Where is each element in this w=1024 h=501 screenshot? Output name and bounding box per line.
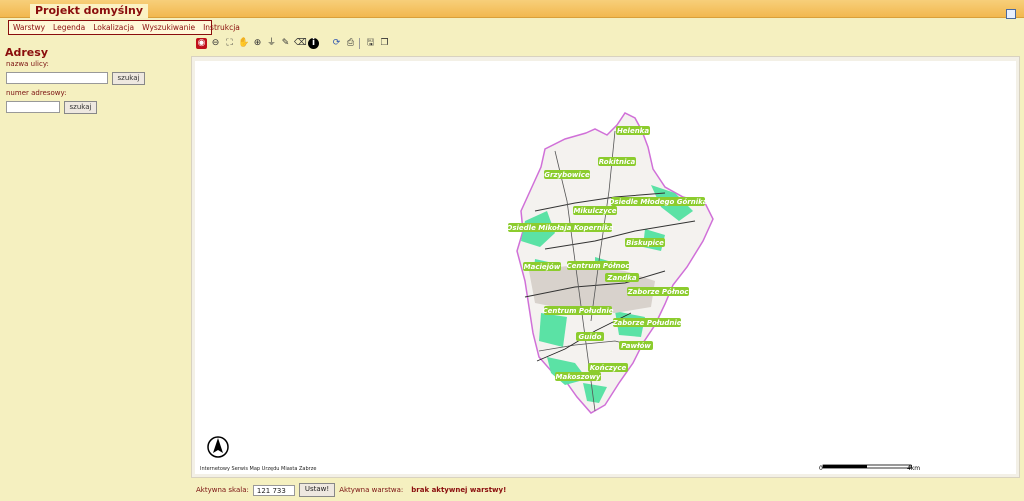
svg-text:0: 0: [819, 465, 823, 472]
district-label-pawlow[interactable]: Pawłów: [619, 341, 653, 350]
svg-text:Guido: Guido: [579, 333, 602, 341]
print-icon[interactable]: ⎙: [345, 38, 356, 49]
svg-text:Maciejów: Maciejów: [524, 263, 561, 271]
district-label-zandka[interactable]: Zandka: [605, 273, 639, 282]
number-search-button[interactable]: szukaj: [64, 101, 97, 114]
district-label-rokitnica[interactable]: Rokitnica: [598, 157, 636, 166]
info-icon[interactable]: i: [308, 38, 319, 49]
svg-text:Centrum Południe: Centrum Południe: [542, 307, 613, 315]
svg-text:Zaborze Północ: Zaborze Północ: [627, 288, 690, 296]
main-menu: Warstwy Legenda Lokalizacja Wyszukiwanie…: [8, 20, 240, 35]
clear-icon[interactable]: ⌫: [294, 38, 307, 49]
toolbar-separator: [322, 38, 328, 49]
district-label-biskupice[interactable]: Biskupice: [625, 238, 665, 247]
active-scale-label: Aktywna skala:: [196, 486, 249, 494]
district-label-centrum-poludnie[interactable]: Centrum Południe: [542, 306, 614, 315]
svg-text:Zandka: Zandka: [606, 274, 636, 282]
svg-text:Pawłów: Pawłów: [621, 342, 651, 350]
district-label-zaborze-poludnie[interactable]: Zaborze Południe: [611, 318, 682, 327]
svg-text:Mikulczyce: Mikulczyce: [573, 207, 616, 215]
svg-text:Kończyce: Kończyce: [590, 364, 627, 372]
refresh-icon[interactable]: ⟳: [331, 38, 342, 49]
menu-item-location[interactable]: Lokalizacja: [89, 21, 138, 34]
district-label-makoszowy[interactable]: Makoszowy: [555, 372, 601, 381]
city-map[interactable]: Helenka Rokitnica Grzybowice Osiedle Mło…: [195, 61, 1016, 474]
svg-text:Rokitnica: Rokitnica: [599, 158, 636, 166]
set-scale-button[interactable]: Ustaw!: [298, 483, 336, 497]
menu-item-legend[interactable]: Legenda: [49, 21, 89, 34]
street-name-input[interactable]: [6, 72, 108, 84]
menu-item-instructions[interactable]: Instrukcja: [199, 21, 244, 34]
svg-text:Osiedle Młodego Górnika: Osiedle Młodego Górnika: [608, 198, 707, 206]
district-label-helenka[interactable]: Helenka: [616, 126, 650, 135]
title-bar: Projekt domyślny: [0, 0, 1024, 19]
map-canvas[interactable]: Helenka Rokitnica Grzybowice Osiedle Mło…: [195, 61, 1016, 474]
active-layer-label: Aktywna warstwa:: [339, 486, 404, 494]
district-label-guido[interactable]: Guido: [576, 332, 604, 341]
district-label-osiedle-mikolaja-kopernika[interactable]: Osiedle Mikołaja Kopernika: [506, 223, 614, 232]
svg-text:Grzybowice: Grzybowice: [544, 171, 590, 179]
map-copyright: Internetowy Serwis Map Urzędu Miasta Zab…: [200, 466, 317, 472]
district-label-centrum-polnoc[interactable]: Centrum Północ: [567, 261, 631, 270]
full-extent-icon[interactable]: ⛶: [224, 38, 235, 49]
north-arrow-icon: [207, 436, 229, 458]
green-area: [539, 313, 567, 347]
active-scale-input[interactable]: 121 733: [252, 484, 295, 496]
district-label-grzybowice[interactable]: Grzybowice: [544, 170, 590, 179]
export-icon[interactable]: 🖫: [365, 38, 376, 49]
project-title: Projekt domyślny: [30, 4, 149, 18]
select-icon[interactable]: ✎: [280, 38, 291, 49]
svg-text:Osiedle Mikołaja Kopernika: Osiedle Mikołaja Kopernika: [506, 224, 613, 232]
street-search-button[interactable]: szukaj: [112, 72, 145, 85]
scale-bar: 0 4km: [819, 464, 920, 472]
layer-icon[interactable]: ❐: [379, 38, 390, 49]
district-label-maciejow[interactable]: Maciejów: [523, 262, 561, 271]
pan-hand-icon[interactable]: ✋: [238, 38, 249, 49]
address-panel-title: Adresy: [5, 46, 48, 59]
menu-item-layers[interactable]: Warstwy: [9, 21, 49, 34]
svg-text:Zaborze Południe: Zaborze Południe: [611, 319, 681, 327]
zoom-in-icon[interactable]: ⊕: [252, 38, 263, 49]
address-number-input[interactable]: [6, 101, 60, 113]
active-layer-value: brak aktywnej warstwy!: [411, 486, 507, 494]
district-label-mikulczyce[interactable]: Mikulczyce: [573, 206, 617, 215]
map-settings-icon[interactable]: ◉: [196, 38, 207, 49]
status-bar: Aktywna skala: 121 733 Ustaw! Aktywna wa…: [196, 483, 507, 497]
svg-text:Centrum Północ: Centrum Północ: [567, 262, 631, 270]
toolbar-divider: [359, 38, 362, 49]
district-label-zaborze-polnoc[interactable]: Zaborze Północ: [627, 287, 690, 296]
address-number-label: numer adresowy:: [6, 89, 67, 97]
map-frame: Helenka Rokitnica Grzybowice Osiedle Mło…: [191, 56, 1020, 478]
zoom-out-icon[interactable]: ⊖: [210, 38, 221, 49]
district-label-konczyce[interactable]: Kończyce: [588, 363, 628, 372]
measure-icon[interactable]: ⏚: [266, 38, 277, 49]
window-restore-icon[interactable]: [1006, 9, 1016, 19]
svg-text:4km: 4km: [907, 465, 920, 472]
svg-text:Helenka: Helenka: [617, 127, 649, 135]
menu-item-search[interactable]: Wyszukiwanie: [138, 21, 199, 34]
district-label-osiedle-mlodego-gornika[interactable]: Osiedle Młodego Górnika: [608, 197, 708, 206]
svg-text:Makoszowy: Makoszowy: [556, 373, 601, 381]
street-name-label: nazwa ulicy:: [6, 60, 49, 68]
svg-text:Biskupice: Biskupice: [626, 239, 664, 247]
map-toolbar: ◉ ⊖ ⛶ ✋ ⊕ ⏚ ✎ ⌫ i ⟳ ⎙ 🖫 ❐: [196, 38, 390, 50]
